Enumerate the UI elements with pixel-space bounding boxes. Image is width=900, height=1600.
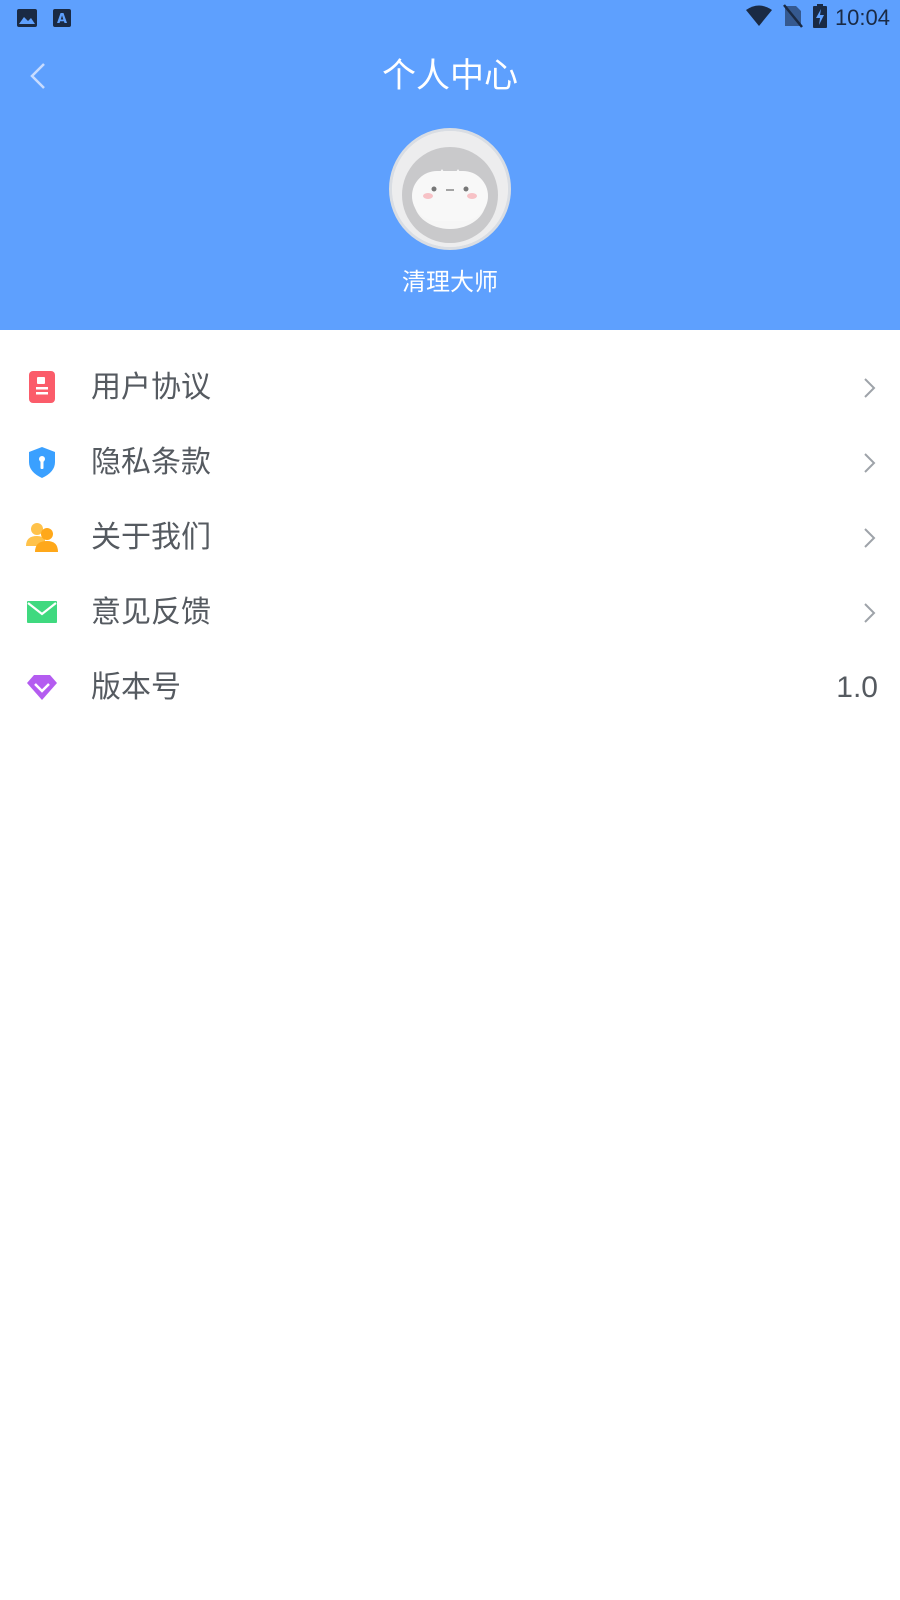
menu-item-feedback[interactable]: 意见反馈: [0, 575, 900, 650]
header: A 10:04 个人中心 清理大师: [0, 0, 900, 330]
diamond-icon: [25, 670, 59, 704]
wifi-icon: [745, 5, 773, 31]
menu-item-label: 隐私条款: [91, 444, 211, 480]
avatar[interactable]: [389, 128, 511, 250]
svg-text:A: A: [57, 12, 67, 27]
menu-item-user-agreement[interactable]: 用户协议: [0, 350, 900, 425]
battery-charging-icon: [812, 4, 827, 32]
status-bar: A 10:04: [0, 0, 900, 36]
version-value: 1.0: [836, 670, 878, 704]
username: 清理大师: [402, 268, 498, 296]
menu-item-label: 用户协议: [91, 369, 211, 405]
robot-avatar-icon: [392, 131, 508, 247]
users-icon: [25, 520, 59, 554]
gallery-icon: [16, 8, 38, 32]
menu-item-label: 关于我们: [91, 519, 211, 555]
page-title: 个人中心: [382, 56, 518, 96]
mail-icon: [25, 595, 59, 629]
menu-item-about-us[interactable]: 关于我们: [0, 500, 900, 575]
menu-item-label: 意见反馈: [91, 594, 211, 630]
document-icon: [25, 370, 59, 404]
app-a-icon: A: [52, 8, 72, 32]
status-time: 10:04: [834, 5, 890, 30]
menu-item-version: 版本号 1.0: [0, 650, 900, 725]
chevron-right-icon: [860, 376, 878, 400]
menu-item-privacy[interactable]: 隐私条款: [0, 425, 900, 500]
chevron-right-icon: [860, 451, 878, 475]
menu-item-label: 版本号: [91, 669, 181, 705]
chevron-right-icon: [860, 526, 878, 550]
settings-menu: 用户协议 隐私条款 关于我们 意见反馈 版本号 1.0: [0, 350, 900, 725]
no-sim-icon: [782, 4, 803, 32]
chevron-right-icon: [860, 601, 878, 625]
shield-icon: [25, 445, 59, 479]
